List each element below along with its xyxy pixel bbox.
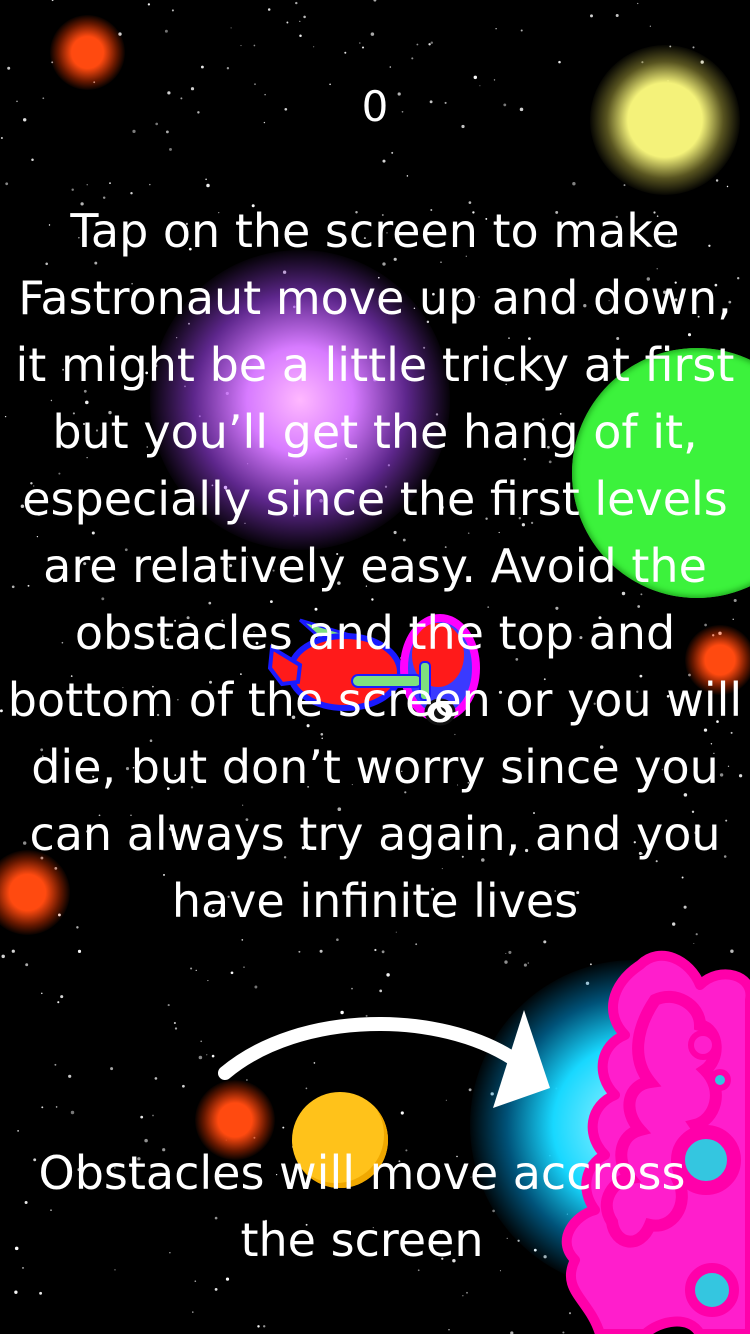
game-stage[interactable]: 0 Tap on the screen to make Fastronaut m… — [0, 0, 750, 1334]
score-counter: 0 — [361, 82, 389, 131]
obstacle-caption: Obstacles will move accross the screen — [38, 1146, 686, 1267]
tutorial-instructions: Tap on the screen to make Fastronaut mov… — [7, 204, 743, 928]
